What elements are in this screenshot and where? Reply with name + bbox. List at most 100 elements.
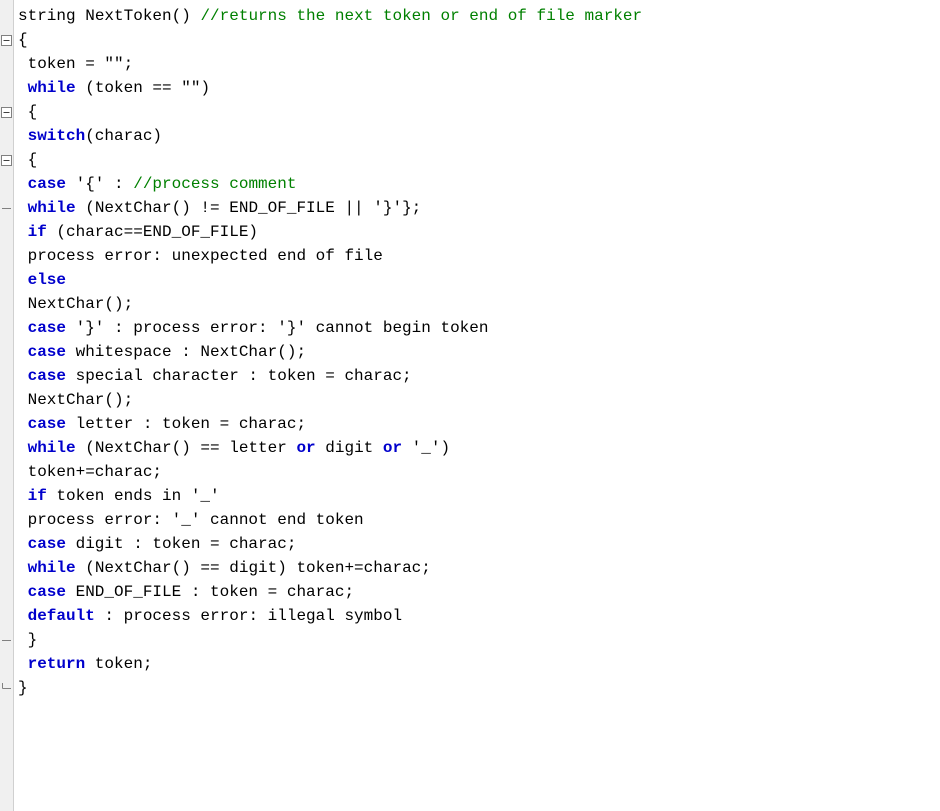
keyword-token: case bbox=[28, 583, 66, 601]
keyword-token: case bbox=[28, 175, 66, 193]
gutter-mark-icon bbox=[0, 172, 13, 196]
code-line: { bbox=[18, 100, 940, 124]
code-line: if (charac==END_OF_FILE) bbox=[18, 220, 940, 244]
code-line: while (token == "") bbox=[18, 76, 940, 100]
text-token: digit bbox=[316, 439, 383, 457]
gutter-mark-icon bbox=[0, 196, 13, 220]
keyword-token: if bbox=[28, 487, 47, 505]
gutter-mark-icon bbox=[0, 484, 13, 508]
code-line: NextChar(); bbox=[18, 388, 940, 412]
gutter-mark-icon bbox=[0, 268, 13, 292]
code-line: process error: '_' cannot end token bbox=[18, 508, 940, 532]
gutter-mark-icon bbox=[0, 604, 13, 628]
text-token: ; bbox=[124, 55, 134, 73]
code-line: token = ""; bbox=[18, 52, 940, 76]
text-token: (charac==END_OF_FILE) bbox=[47, 223, 258, 241]
gutter-mark-icon bbox=[0, 556, 13, 580]
code-line: case whitespace : NextChar(); bbox=[18, 340, 940, 364]
text-token: (NextChar() == digit) token+=charac; bbox=[76, 559, 431, 577]
gutter-mark-icon bbox=[0, 364, 13, 388]
code-line: case special character : token = charac; bbox=[18, 364, 940, 388]
gutter-mark-icon bbox=[0, 388, 13, 412]
gutter-mark-icon bbox=[0, 532, 13, 556]
keyword-token: switch bbox=[28, 127, 86, 145]
code-line: while (NextChar() == letter or digit or … bbox=[18, 436, 940, 460]
keyword-token: while bbox=[28, 439, 76, 457]
keyword-token: case bbox=[28, 367, 66, 385]
code-line: case '}' : process error: '}' cannot beg… bbox=[18, 316, 940, 340]
keyword-token: while bbox=[28, 199, 76, 217]
text-token: { bbox=[28, 151, 38, 169]
comment-token: //returns the next token or end of file … bbox=[200, 7, 642, 25]
text-token: : process error: illegal symbol bbox=[95, 607, 402, 625]
code-line: return token; bbox=[18, 652, 940, 676]
text-token: digit : token = charac; bbox=[66, 535, 296, 553]
gutter-mark-icon bbox=[0, 292, 13, 316]
gutter-mark-icon bbox=[0, 436, 13, 460]
text-token: "" bbox=[104, 55, 123, 73]
gutter-mark-icon bbox=[0, 76, 13, 100]
text-token: token+=charac; bbox=[28, 463, 162, 481]
text-token: process error: unexpected end of file bbox=[28, 247, 383, 265]
gutter-mark-icon bbox=[0, 340, 13, 364]
keyword-token: or bbox=[296, 439, 315, 457]
keyword-token: case bbox=[28, 535, 66, 553]
keyword-token: while bbox=[28, 559, 76, 577]
keyword-token: case bbox=[28, 415, 66, 433]
gutter-mark-icon bbox=[0, 676, 13, 700]
text-token: NextChar(); bbox=[28, 391, 134, 409]
code-line: string NextToken() //returns the next to… bbox=[18, 4, 940, 28]
gutter-mark-icon bbox=[0, 220, 13, 244]
code-line: process error: unexpected end of file bbox=[18, 244, 940, 268]
gutter-mark-icon bbox=[0, 4, 13, 28]
keyword-token: if bbox=[28, 223, 47, 241]
gutter-mark-icon bbox=[0, 628, 13, 652]
text-token: { bbox=[28, 103, 38, 121]
code-line: while (NextChar() == digit) token+=chara… bbox=[18, 556, 940, 580]
text-token: ) bbox=[200, 79, 210, 97]
text-token: } bbox=[18, 679, 28, 697]
code-line: case END_OF_FILE : token = charac; bbox=[18, 580, 940, 604]
keyword-token: else bbox=[28, 271, 66, 289]
text-token: token = bbox=[28, 55, 105, 73]
code-line: case letter : token = charac; bbox=[18, 412, 940, 436]
text-token: '}' : process error: '}' cannot begin to… bbox=[66, 319, 488, 337]
text-token: END_OF_FILE : token = charac; bbox=[66, 583, 354, 601]
text-token: (token == bbox=[76, 79, 182, 97]
text-token: process error: '_' cannot end token bbox=[28, 511, 364, 529]
fold-toggle-icon[interactable] bbox=[0, 100, 13, 124]
gutter-mark-icon bbox=[0, 316, 13, 340]
fold-toggle-icon[interactable] bbox=[0, 148, 13, 172]
code-line: else bbox=[18, 268, 940, 292]
code-line: case digit : token = charac; bbox=[18, 532, 940, 556]
code-area: string NextToken() //returns the next to… bbox=[14, 0, 940, 811]
gutter-mark-icon bbox=[0, 124, 13, 148]
code-line: case '{' : //process comment bbox=[18, 172, 940, 196]
text-token: "" bbox=[181, 79, 200, 97]
fold-gutter bbox=[0, 0, 14, 811]
gutter-mark-icon bbox=[0, 412, 13, 436]
text-token: special character : token = charac; bbox=[66, 367, 412, 385]
keyword-token: return bbox=[28, 655, 86, 673]
text-token: { bbox=[18, 31, 28, 49]
text-token: '{' : bbox=[66, 175, 133, 193]
text-token: string NextToken() bbox=[18, 7, 200, 25]
code-line: default : process error: illegal symbol bbox=[18, 604, 940, 628]
keyword-token: while bbox=[28, 79, 76, 97]
gutter-mark-icon bbox=[0, 52, 13, 76]
text-token: } bbox=[28, 631, 38, 649]
comment-token: //process comment bbox=[133, 175, 296, 193]
code-line: token+=charac; bbox=[18, 460, 940, 484]
code-line: switch(charac) bbox=[18, 124, 940, 148]
code-line: { bbox=[18, 28, 940, 52]
text-token: (NextChar() == letter bbox=[76, 439, 297, 457]
gutter-mark-icon bbox=[0, 460, 13, 484]
text-token: (charac) bbox=[85, 127, 162, 145]
code-line: NextChar(); bbox=[18, 292, 940, 316]
code-line: if token ends in '_' bbox=[18, 484, 940, 508]
code-line: } bbox=[18, 676, 940, 700]
keyword-token: default bbox=[28, 607, 95, 625]
fold-toggle-icon[interactable] bbox=[0, 28, 13, 52]
gutter-mark-icon bbox=[0, 508, 13, 532]
text-token: '_') bbox=[402, 439, 450, 457]
